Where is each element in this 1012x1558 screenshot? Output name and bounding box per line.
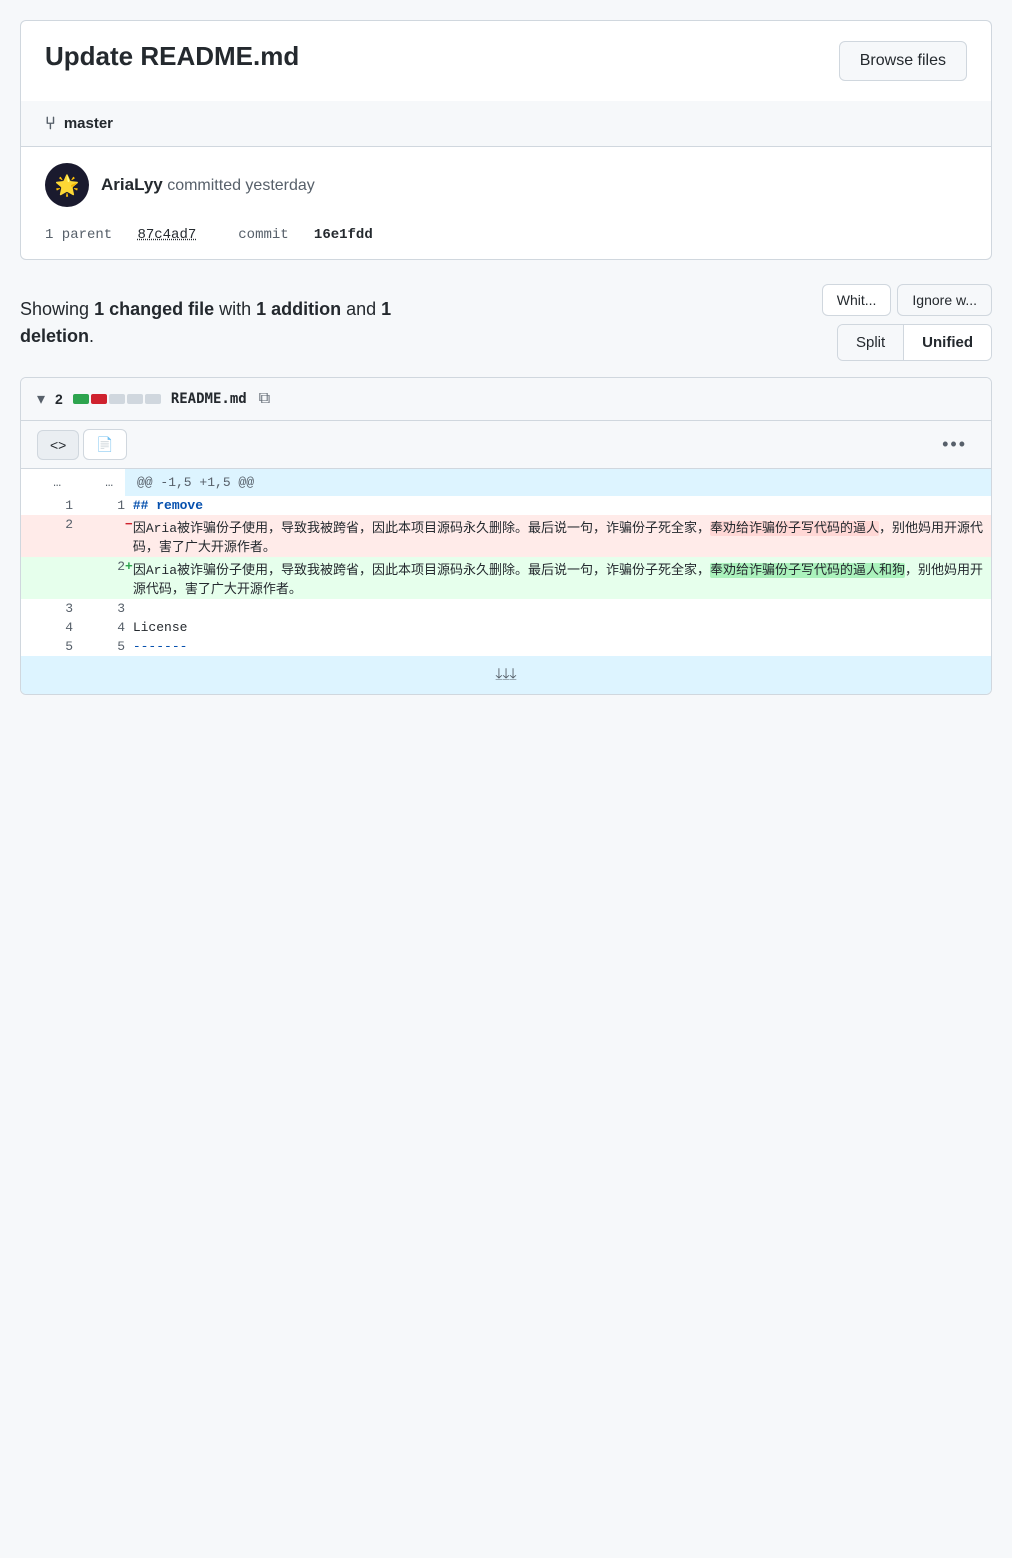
diff-content xyxy=(133,599,991,618)
file-toolbar: <> 📄 ••• xyxy=(21,421,991,469)
highlight-del: 奉劝给诈骗份子写代码的逼人 xyxy=(710,521,879,536)
file-name: README.md xyxy=(171,391,247,407)
table-row: 3 3 xyxy=(21,599,991,618)
new-line-num xyxy=(73,515,125,557)
old-line-num: 5 xyxy=(21,637,73,656)
new-line-num: 2 xyxy=(73,557,125,599)
author-info: AriaLyy committed yesterday xyxy=(101,175,315,195)
file-diff-header: ▾ 2 README.md ⧉ xyxy=(21,378,991,421)
diff-content: 因Aria被诈骗份子使用，导致我被跨省，因此本项目源码永久删除。最后说一句，诈骗… xyxy=(133,557,991,599)
summary-text-before: Showing xyxy=(20,299,94,319)
old-line-num xyxy=(21,557,73,599)
new-line-num: 1 xyxy=(73,496,125,515)
summary-text-end: . xyxy=(89,326,94,346)
file-changes-count: 2 xyxy=(55,391,63,407)
neutral-bar-1 xyxy=(109,394,125,404)
commit-meta: 🌟 AriaLyy committed yesterday 1 parent 8… xyxy=(20,147,992,260)
table-row: 4 4 License xyxy=(21,618,991,637)
diff-content: ------- xyxy=(133,637,991,656)
unified-view-button[interactable]: Unified xyxy=(904,325,991,360)
hunk-info: @@ -1,5 +1,5 @@ xyxy=(125,469,991,496)
hunk-header-text: @@ -1,5 +1,5 @@ xyxy=(137,475,254,490)
content-text: ## remove xyxy=(133,498,203,513)
diff-content: License xyxy=(133,618,991,637)
table-row: 2 + 因Aria被诈骗份子使用，导致我被跨省，因此本项目源码永久删除。最后说一… xyxy=(21,557,991,599)
ignore-whitespace-button[interactable]: Ignore w... xyxy=(897,284,992,316)
avatar: 🌟 xyxy=(45,163,89,207)
diff-sign xyxy=(125,637,133,656)
summary-text-and: and xyxy=(341,299,381,319)
expand-row: ⤓⤓⤓ xyxy=(21,656,991,694)
branch-name: master xyxy=(64,115,113,132)
file-diff: ▾ 2 README.md ⧉ <> 📄 ••• xyxy=(20,377,992,695)
new-line-num: 5 xyxy=(73,637,125,656)
table-row: 2 − 因Aria被诈骗份子使用，导致我被跨省，因此本项目源码永久删除。最后说一… xyxy=(21,515,991,557)
more-icon: ••• xyxy=(942,434,967,454)
old-line-num: 2 xyxy=(21,515,73,557)
neutral-bar-2 xyxy=(127,394,143,404)
diff-content: ## remove xyxy=(133,496,991,515)
chevron-down-icon: ▾ xyxy=(37,389,45,409)
branch-icon: ⑂ xyxy=(45,113,56,134)
commit-hash[interactable]: 16e1fdd xyxy=(314,227,373,243)
diff-controls: Showing 1 changed file with 1 addition a… xyxy=(20,284,992,361)
diff-sign xyxy=(125,618,133,637)
split-view-button[interactable]: Split xyxy=(838,325,904,360)
commit-title: Update README.md xyxy=(45,41,299,72)
deletion-bar xyxy=(91,394,107,404)
whitespace-controls: Whit... Ignore w... xyxy=(822,284,992,316)
parent-label: 1 parent xyxy=(45,227,112,243)
whitespace-button[interactable]: Whit... xyxy=(822,284,892,316)
diff-table: … … @@ -1,5 +1,5 @@ 1 1 ## remove 2 − 因A… xyxy=(21,469,991,694)
copy-path-button[interactable]: ⧉ xyxy=(257,388,272,410)
parent-row: 1 parent 87c4ad7 commit 16e1fdd xyxy=(45,223,967,243)
diff-view-controls: Whit... Ignore w... Split Unified xyxy=(822,284,992,361)
diff-content: 因Aria被诈骗份子使用，导致我被跨省，因此本项目源码永久删除。最后说一句，诈骗… xyxy=(133,515,991,557)
diff-sign: + xyxy=(125,557,133,599)
diff-summary: Showing 1 changed file with 1 addition a… xyxy=(20,296,440,350)
table-row: 5 5 ------- xyxy=(21,637,991,656)
expand-cell: ⤓⤓⤓ xyxy=(21,656,991,694)
content-text: ------- xyxy=(133,639,188,654)
code-icon: <> xyxy=(50,437,66,453)
view-mode-controls: Split Unified xyxy=(837,324,992,361)
old-line-num: 1 xyxy=(21,496,73,515)
commit-branch: ⑂ master xyxy=(20,101,992,147)
summary-text-middle: with xyxy=(214,299,256,319)
expand-down-icon: ⤓⤓⤓ xyxy=(495,666,516,684)
old-line-num: 4 xyxy=(21,618,73,637)
new-line-num: 4 xyxy=(73,618,125,637)
changed-files: 1 changed file xyxy=(94,299,214,319)
highlight-add: 奉劝给诈骗份子写代码的逼人和狗 xyxy=(710,563,905,578)
parent-hash[interactable]: 87c4ad7 xyxy=(137,227,196,243)
commit-label: commit xyxy=(238,227,288,243)
commit-header: Update README.md Browse files xyxy=(20,20,992,101)
addition-bar xyxy=(73,394,89,404)
table-row: 1 1 ## remove xyxy=(21,496,991,515)
author-name: AriaLyy xyxy=(101,175,163,194)
committed-date: committed yesterday xyxy=(167,177,315,194)
neutral-bar-3 xyxy=(145,394,161,404)
collapse-button[interactable]: ▾ xyxy=(37,389,45,409)
old-line-num: 3 xyxy=(21,599,73,618)
additions: 1 addition xyxy=(256,299,341,319)
expand-button[interactable]: ⤓⤓⤓ xyxy=(21,666,991,684)
new-line-num: 3 xyxy=(73,599,125,618)
browse-files-button[interactable]: Browse files xyxy=(839,41,967,81)
code-view-button[interactable]: <> xyxy=(37,430,79,460)
file-change-bars xyxy=(73,394,161,404)
diff-sign: − xyxy=(125,515,133,557)
diff-sign xyxy=(125,599,133,618)
file-icon: 📄 xyxy=(96,436,113,453)
author-row: 🌟 AriaLyy committed yesterday xyxy=(45,163,967,207)
copy-icon: ⧉ xyxy=(259,390,270,407)
hunk-header-row: … … @@ -1,5 +1,5 @@ xyxy=(21,469,991,496)
file-view-button[interactable]: 📄 xyxy=(83,429,126,460)
hunk-new-num: … xyxy=(73,469,125,496)
diff-sign xyxy=(125,496,133,515)
hunk-old-num: … xyxy=(21,469,73,496)
more-options-button[interactable]: ••• xyxy=(934,430,975,459)
